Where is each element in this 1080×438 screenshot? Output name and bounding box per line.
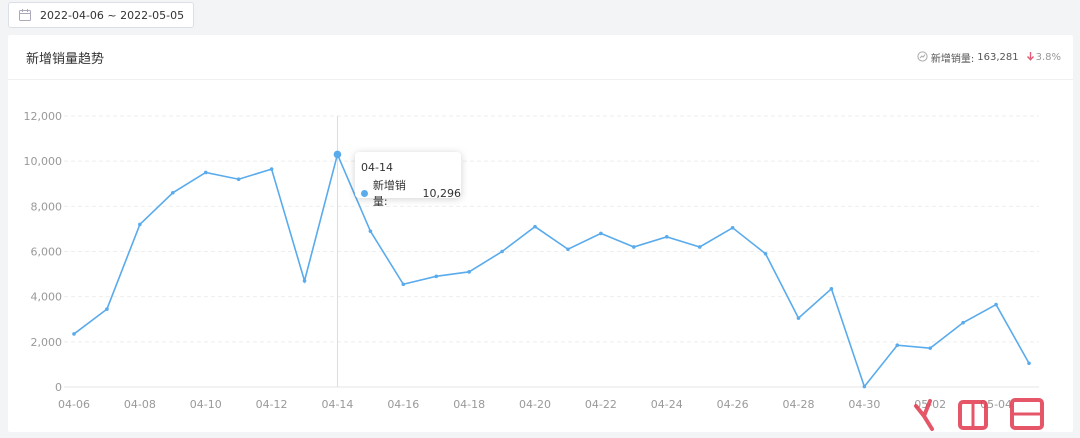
data-point xyxy=(895,343,900,348)
data-point xyxy=(105,307,109,311)
series-line xyxy=(73,152,1030,389)
data-point xyxy=(599,231,603,236)
data-point xyxy=(697,245,702,249)
line-chart: 02,0004,0006,0008,00010,00012,000 04-06 0… xyxy=(24,110,1039,411)
tooltip-series-label: 新增销量: xyxy=(372,179,406,208)
x-tick-label: 04-10 xyxy=(190,398,222,411)
y-tick-label: 10,000 xyxy=(24,155,63,168)
data-point xyxy=(138,222,142,227)
x-tick-label: 04-18 xyxy=(453,398,485,411)
data-point xyxy=(533,224,537,229)
data-point xyxy=(434,274,439,279)
data-point xyxy=(632,245,636,249)
x-tick-label: 04-06 xyxy=(58,398,90,411)
y-tick-label: 6,000 xyxy=(31,246,63,259)
data-point xyxy=(368,229,373,233)
tooltip-date: 04-14 xyxy=(361,161,393,174)
data-point xyxy=(763,251,768,256)
y-tick-label: 8,000 xyxy=(31,200,63,213)
data-point xyxy=(170,190,175,195)
data-point xyxy=(829,286,834,291)
x-tick-label: 04-22 xyxy=(585,398,617,411)
y-tick-label: 0 xyxy=(55,381,62,394)
x-axis-ticks: 04-06 04-08 04-10 04-12 04-14 04-16 04-18 04-20… xyxy=(58,398,1012,411)
x-tick-label: 04-30 xyxy=(848,398,880,411)
grid-layer xyxy=(64,115,1039,388)
data-point xyxy=(928,346,933,350)
data-point xyxy=(467,270,471,274)
y-tick-label: 2,000 xyxy=(31,336,63,349)
data-point xyxy=(203,170,208,175)
data-point xyxy=(401,282,406,287)
tooltip-row: 新增销量: 10,296 xyxy=(361,177,461,209)
data-point xyxy=(1027,361,1031,366)
y-tick-label: 4,000 xyxy=(31,291,63,304)
y-axis-ticks: 0 2,000 4,000 6,000 8,000 10,000 12,000 xyxy=(24,110,63,394)
x-tick-label: 04-12 xyxy=(256,398,288,411)
data-point xyxy=(269,167,274,171)
data-point xyxy=(730,225,735,230)
data-point xyxy=(994,302,998,307)
data-point xyxy=(500,249,504,254)
x-tick-label: 04-20 xyxy=(519,398,551,411)
data-point xyxy=(302,279,307,283)
data-point xyxy=(862,384,867,389)
data-point xyxy=(566,247,570,252)
data-point xyxy=(796,316,801,320)
data-point xyxy=(333,150,342,159)
data-point xyxy=(961,320,965,325)
series-dot xyxy=(361,189,368,197)
data-point xyxy=(236,177,241,182)
tooltip: 04-14 新增销量: 10,296 xyxy=(355,152,461,208)
data-point xyxy=(664,235,669,239)
watermark-logo xyxy=(912,392,1062,434)
x-tick-label: 04-08 xyxy=(124,398,156,411)
x-tick-label: 04-14 xyxy=(321,398,353,411)
x-tick-label: 04-26 xyxy=(717,398,749,411)
tooltip-value: 10,296 xyxy=(422,186,462,200)
x-tick-label: 04-16 xyxy=(387,398,419,411)
data-point xyxy=(72,332,76,336)
x-tick-label: 04-28 xyxy=(782,398,814,411)
y-tick-label: 12,000 xyxy=(24,110,63,123)
series-layer xyxy=(72,150,1031,389)
x-tick-label: 04-24 xyxy=(651,398,683,411)
